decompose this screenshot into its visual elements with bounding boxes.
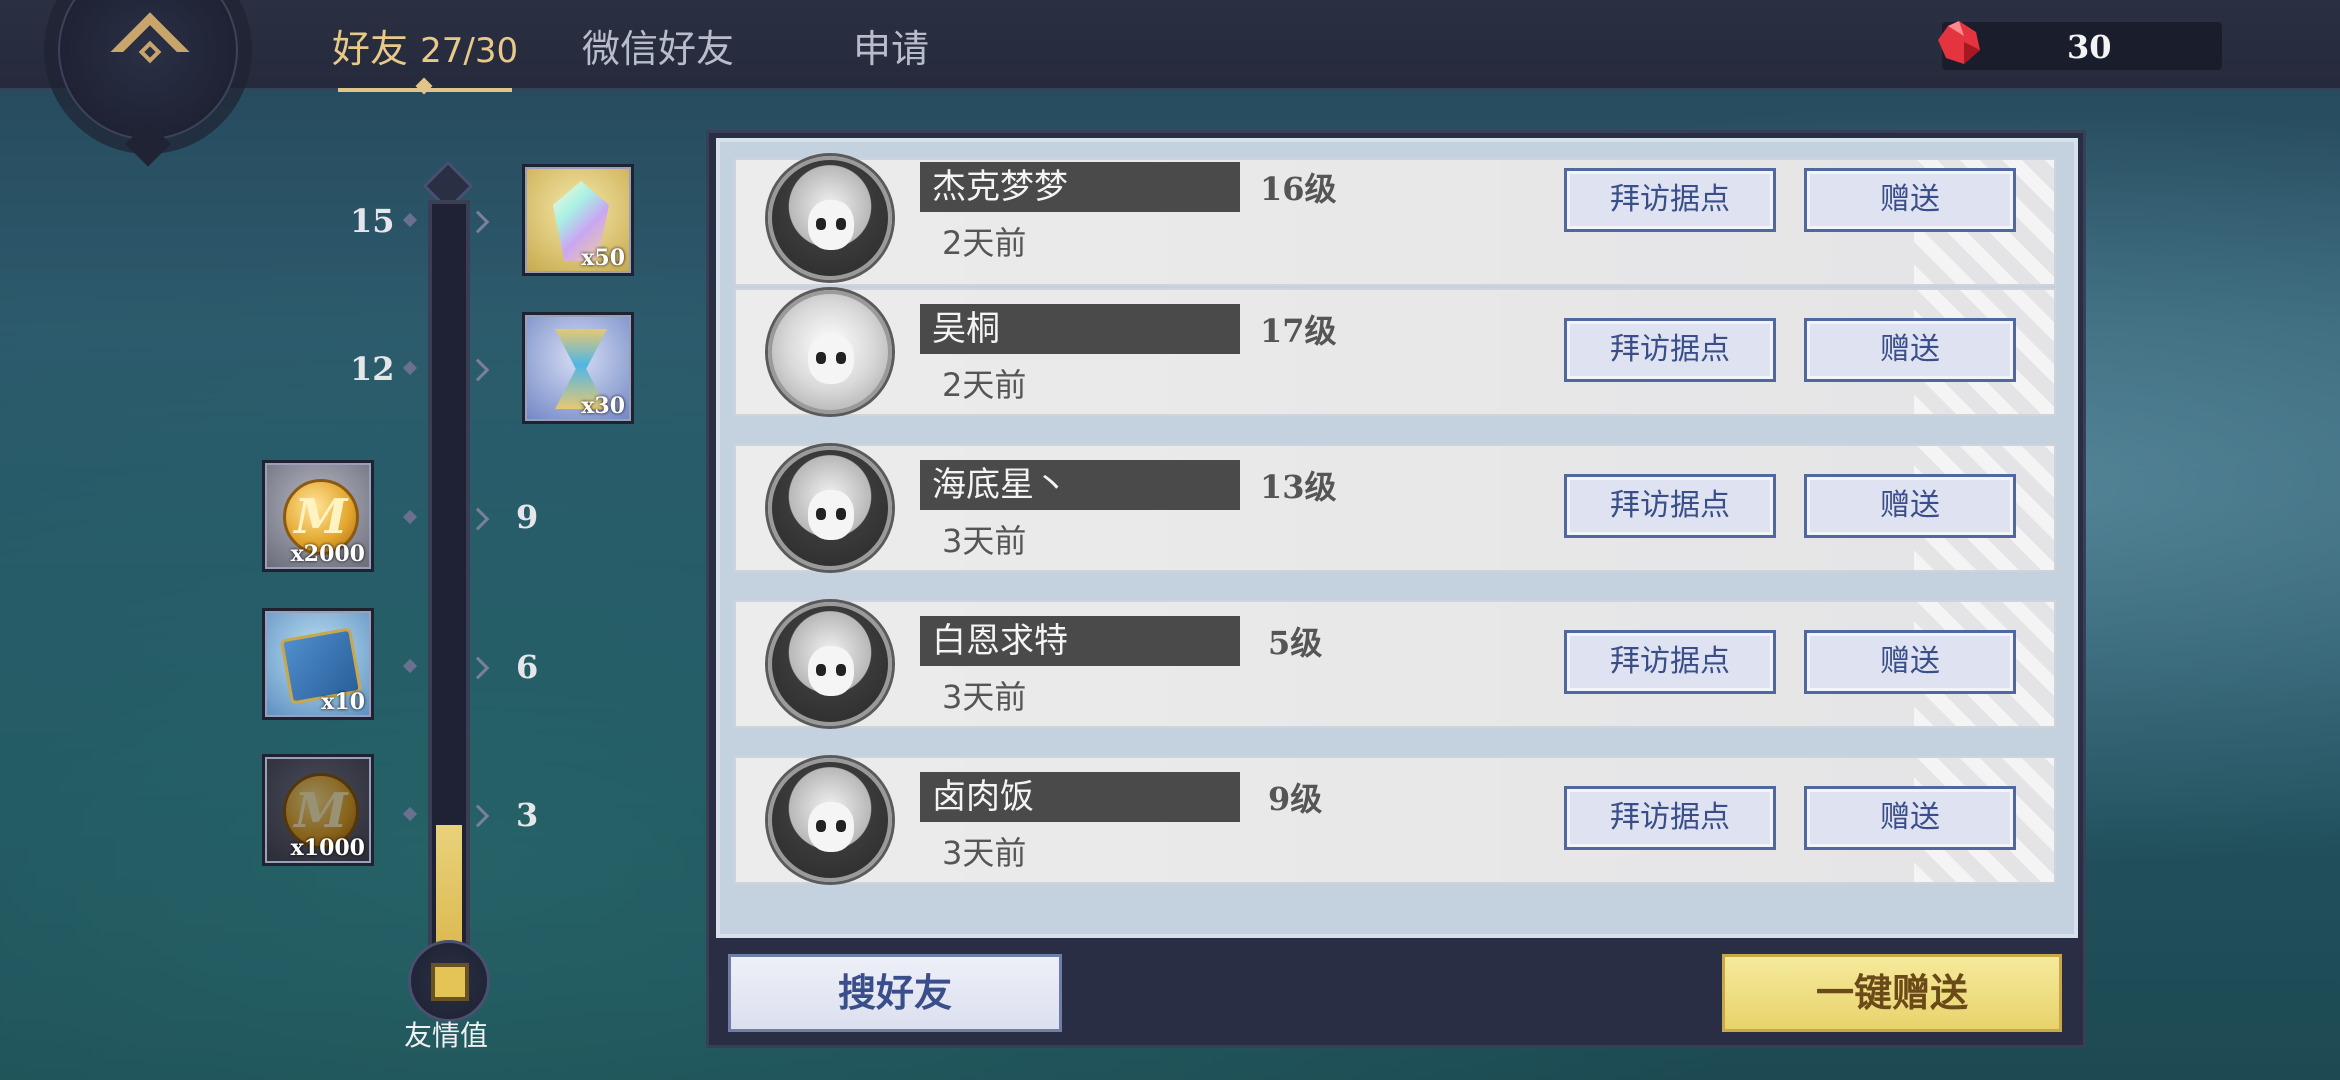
friend-row: 白恩求特 5级 3天前 拜访据点 赠送 <box>734 600 2056 728</box>
tab-friends[interactable]: 好友 27/30 <box>332 18 518 73</box>
friend-level: 17级 <box>1260 312 1337 350</box>
avatar-eye <box>836 508 846 520</box>
visit-base-button[interactable]: 拜访据点 <box>1564 318 1776 382</box>
avatar-face <box>808 334 854 384</box>
avatar-eye <box>816 820 826 832</box>
avatar-face <box>808 802 854 852</box>
milestone-tick <box>402 360 418 376</box>
reward-qty: x50 <box>581 245 625 271</box>
currency-value: 30 <box>2067 28 2112 66</box>
gift-button[interactable]: 赠送 <box>1804 318 2016 382</box>
milestone-tick <box>402 509 418 525</box>
friend-name: 海底星丶 <box>932 465 1068 505</box>
milestone-value: 12 <box>350 350 395 388</box>
friend-level: 9级 <box>1268 780 1323 818</box>
avatar-face <box>808 646 854 696</box>
avatar-eye <box>816 508 826 520</box>
visit-base-button[interactable]: 拜访据点 <box>1564 474 1776 538</box>
milestone-tick <box>402 212 418 228</box>
reward-15[interactable]: x50 <box>522 164 634 276</box>
friend-level: 16级 <box>1260 170 1337 208</box>
affection-knob-square <box>431 963 469 1001</box>
red-gem-icon <box>1938 21 1980 64</box>
gift-button[interactable]: 赠送 <box>1804 786 2016 850</box>
avatar-eye <box>816 218 826 230</box>
back-button[interactable] <box>58 0 238 140</box>
gift-button[interactable]: 赠送 <box>1804 474 2016 538</box>
reward-qty: x10 <box>321 689 365 715</box>
reward-qty: x1000 <box>290 835 365 861</box>
tab-requests[interactable]: 申请 <box>853 18 929 73</box>
visit-base-button[interactable]: 拜访据点 <box>1564 786 1776 850</box>
avatar-eye <box>836 664 846 676</box>
tab-friends-count: 27/30 <box>420 31 519 71</box>
friend-level: 13级 <box>1260 468 1337 506</box>
currency-display: 30 <box>1938 21 2222 70</box>
affection-knob <box>408 940 490 1022</box>
milestone-tick <box>402 806 418 822</box>
friend-name: 吴桐 <box>932 309 1000 349</box>
friend-last-seen: 3天前 <box>942 678 1027 716</box>
gift-button[interactable]: 赠送 <box>1804 168 2016 232</box>
friend-row: 海底星丶 13级 3天前 拜访据点 赠送 <box>734 444 2056 572</box>
avatar-eye <box>836 218 846 230</box>
reward-6[interactable]: x10 <box>262 608 374 720</box>
milestone-value: 15 <box>350 202 395 240</box>
avatar-eye <box>816 664 826 676</box>
tab-wechat-friends[interactable]: 微信好友 <box>582 18 734 73</box>
milestone-tick <box>402 658 418 674</box>
avatar[interactable] <box>768 758 892 882</box>
chevron-right-icon <box>466 656 490 680</box>
friend-level: 5级 <box>1268 624 1323 662</box>
avatar-eye <box>816 352 826 364</box>
reward-12[interactable]: x30 <box>522 312 634 424</box>
affection-track <box>428 200 470 980</box>
avatar[interactable] <box>768 156 892 280</box>
avatar-eye <box>836 352 846 364</box>
tab-wechat-label: 微信好友 <box>582 27 735 71</box>
tab-requests-label: 申请 <box>853 27 930 71</box>
send-all-button[interactable]: 一键赠送 <box>1722 954 2062 1032</box>
reward-qty: x2000 <box>290 541 365 567</box>
search-friend-button[interactable]: 搜好友 <box>728 954 1062 1032</box>
avatar-eye <box>836 820 846 832</box>
friend-name: 卤肉饭 <box>932 777 1034 817</box>
avatar[interactable] <box>768 446 892 570</box>
milestone-value: 9 <box>516 498 539 536</box>
chevron-right-icon <box>466 507 490 531</box>
friend-row: 杰克梦梦 16级 2天前 拜访据点 赠送 <box>734 156 2056 286</box>
friend-name: 杰克梦梦 <box>932 167 1068 207</box>
friend-last-seen: 3天前 <box>942 522 1027 560</box>
affection-label: 友情值 <box>404 1019 489 1052</box>
visit-base-button[interactable]: 拜访据点 <box>1564 630 1776 694</box>
visit-base-button[interactable]: 拜访据点 <box>1564 168 1776 232</box>
avatar-face <box>808 490 854 540</box>
chevron-right-icon <box>466 358 490 382</box>
gift-button[interactable]: 赠送 <box>1804 630 2016 694</box>
tab-friends-label: 好友 <box>332 27 409 71</box>
friend-last-seen: 3天前 <box>942 834 1027 872</box>
avatar[interactable] <box>768 290 892 414</box>
avatar-face <box>808 200 854 250</box>
friend-row: 吴桐 17级 2天前 拜访据点 赠送 <box>734 288 2056 416</box>
avatar[interactable] <box>768 602 892 726</box>
reward-9[interactable]: M x2000 <box>262 460 374 572</box>
milestone-value: 6 <box>516 648 539 686</box>
reward-3[interactable]: M x1000 <box>262 754 374 866</box>
chevron-right-icon <box>466 210 490 234</box>
milestone-value: 3 <box>516 796 539 834</box>
reward-qty: x30 <box>581 393 625 419</box>
chevron-right-icon <box>466 804 490 828</box>
friend-last-seen: 2天前 <box>942 224 1027 262</box>
friend-row: 卤肉饭 9级 3天前 拜访据点 赠送 <box>734 756 2056 884</box>
friend-last-seen: 2天前 <box>942 366 1027 404</box>
friend-name: 白恩求特 <box>932 621 1068 661</box>
